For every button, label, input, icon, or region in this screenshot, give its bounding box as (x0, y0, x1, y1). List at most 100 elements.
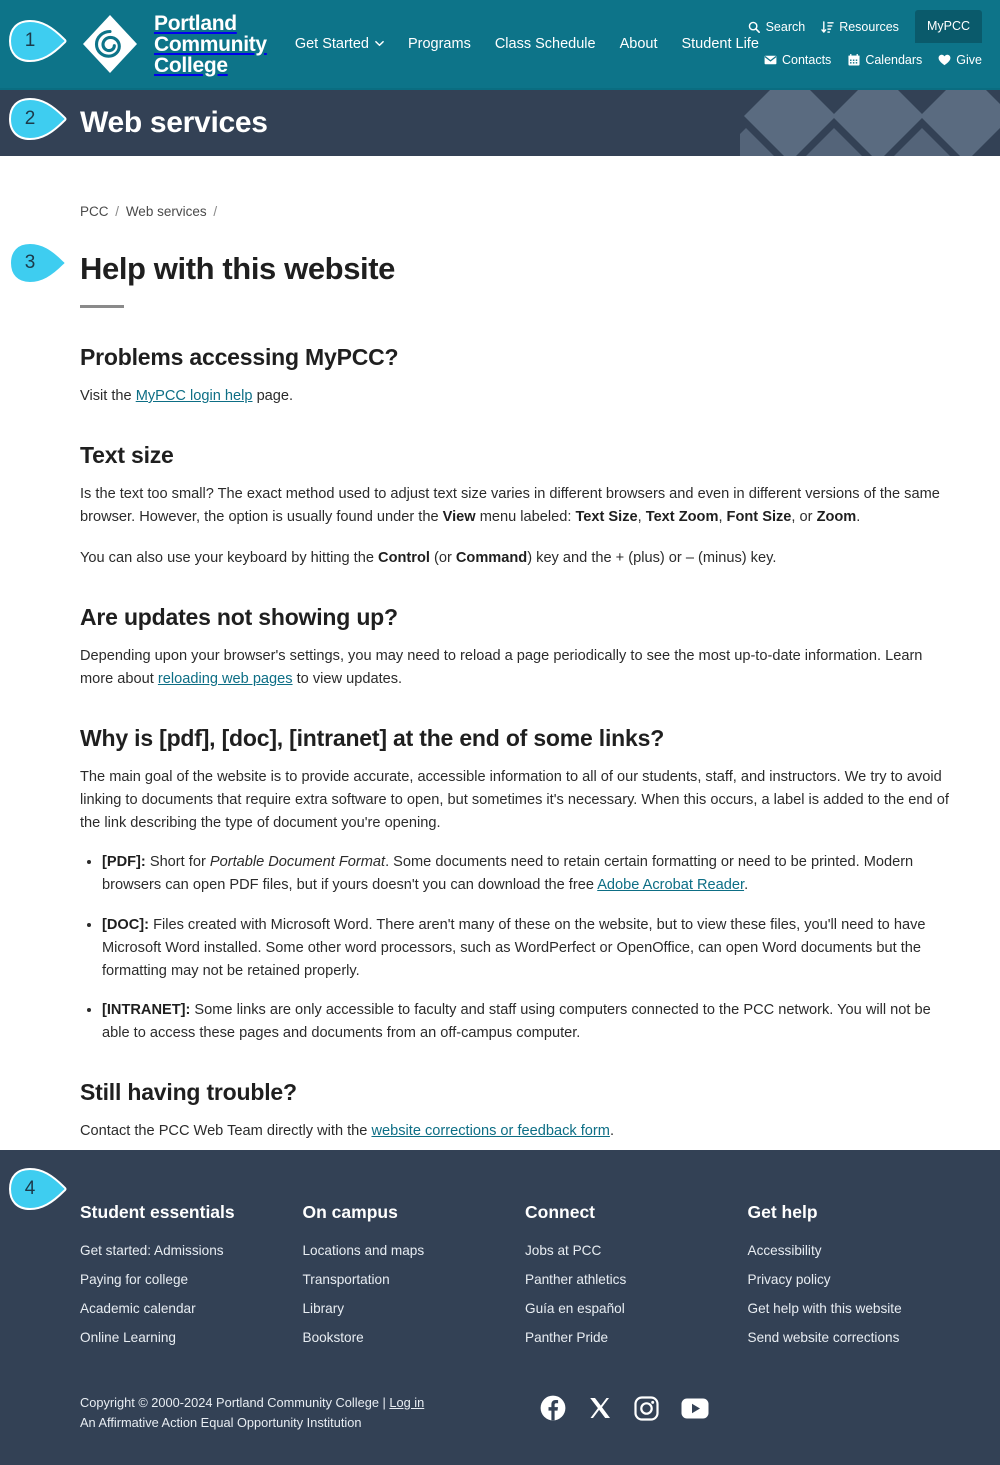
text-fragment: to view updates. (292, 671, 403, 688)
mypcc-login-help-link[interactable]: MyPCC login help (136, 388, 253, 404)
callout-number: 2 (24, 108, 36, 129)
breadcrumb-item-pcc[interactable]: PCC (80, 204, 109, 219)
footer-link-accessibility[interactable]: Accessibility (748, 1243, 971, 1258)
section-paragraph-link-labels: The main goal of the website is to provi… (80, 769, 949, 832)
utility-row-bottom: Contacts Calendars Give (712, 43, 982, 76)
footer-link-panther-athletics[interactable]: Panther athletics (525, 1272, 748, 1287)
breadcrumb-separator: / (115, 204, 120, 219)
section-heading-still-having-trouble: Still having trouble? (80, 1078, 297, 1105)
site-logo-link[interactable]: Portland Community College (80, 13, 267, 76)
footer-link-send-website-corrections[interactable]: Send website corrections (748, 1330, 971, 1345)
social-link-facebook[interactable] (540, 1395, 566, 1421)
utility-row-top: Search Resources MyPCC (712, 10, 982, 43)
section-heading-link-labels: Why is [pdf], [doc], [intranet] at the e… (80, 725, 665, 752)
instagram-icon (634, 1395, 659, 1421)
utility-link-label: Search (765, 19, 806, 34)
social-link-x-twitter[interactable] (588, 1396, 612, 1420)
breadcrumb: PCC / Web services / (80, 156, 970, 219)
utility-link-label: Calendars (865, 52, 923, 67)
sort-amount-icon (821, 20, 834, 33)
website-corrections-form-link[interactable]: website corrections or feedback form (371, 1123, 609, 1139)
text-fragment: ) key and the + (plus) or – (minus) key. (527, 550, 777, 567)
nav-item-programs[interactable]: Programs (408, 36, 471, 52)
page-title: Help with this website (80, 251, 396, 286)
footer-column-connect: Connect Jobs at PCC Panther athletics Gu… (525, 1202, 748, 1359)
footer-link-library[interactable]: Library (303, 1301, 526, 1316)
nav-item-label: Class Schedule (494, 36, 596, 52)
callout-pin-shape: 2 (8, 98, 68, 140)
nav-item-class-schedule[interactable]: Class Schedule (495, 36, 596, 52)
footer-link-paying-for-college[interactable]: Paying for college (80, 1272, 303, 1287)
utility-link-label: Resources (839, 19, 899, 34)
footer-link-online-learning[interactable]: Online Learning (80, 1330, 303, 1345)
breadcrumb-item-web-services[interactable]: Web services (126, 204, 207, 219)
text-fragment: Some links are only accessible to facult… (102, 1001, 931, 1041)
copyright-text: Copyright © 2000-2024 Portland Community… (80, 1395, 390, 1410)
footer-login-link[interactable]: Log in (389, 1395, 424, 1410)
section-paragraph-text-size-2: You can also use your keyboard by hittin… (80, 547, 952, 570)
nav-item-about[interactable]: About (620, 36, 658, 52)
page-banner-title: Web services (80, 106, 268, 139)
emphasis-text-size: Text Size (575, 509, 638, 526)
main-content: PCC / Web services / Help with this webs… (0, 156, 1000, 1150)
utility-link-contacts[interactable]: Contacts (764, 53, 831, 67)
text-fragment: Files created with Microsoft Word. There… (102, 916, 926, 979)
footer-link-guia-en-espanol[interactable]: Guía en español (525, 1301, 748, 1316)
section-heading-text-size: Text size (80, 442, 174, 469)
reloading-web-pages-link[interactable]: reloading web pages (158, 671, 293, 687)
footer-link-panther-pride[interactable]: Panther Pride (525, 1330, 748, 1345)
utility-navigation: Search Resources MyPCC Contacts Calendar… (712, 10, 982, 76)
social-link-instagram[interactable] (634, 1395, 659, 1421)
list-item: [PDF]: Short for Portable Document Forma… (102, 851, 952, 897)
section-paragraph-trouble: Contact the PCC Web Team directly with t… (80, 1120, 952, 1143)
text-fragment: , or (791, 509, 817, 526)
utility-link-label: Give (956, 52, 982, 67)
text-fragment: Contact the PCC Web Team directly with t… (80, 1122, 372, 1139)
text-fragment: Visit the (80, 388, 136, 404)
emphasis-text-zoom: Text Zoom (645, 509, 719, 526)
footer-link-privacy-policy[interactable]: Privacy policy (748, 1272, 971, 1287)
list-item: [INTRANET]: Some links are only accessib… (102, 999, 952, 1045)
footer-column-heading: Connect (525, 1202, 595, 1222)
nav-item-get-started[interactable]: Get Started (295, 36, 384, 52)
callout-marker-2: 2 (8, 98, 68, 140)
section-heading-mypcc: Problems accessing MyPCC? (80, 344, 399, 370)
utility-link-resources[interactable]: Resources (821, 20, 899, 34)
text-fragment: page. (252, 388, 294, 404)
footer-column-heading: Get help (747, 1202, 818, 1222)
list-item-label-doc: [DOC]: (102, 916, 150, 933)
utility-link-search[interactable]: Search (748, 19, 806, 34)
callout-pin-shape: 3 (8, 242, 68, 284)
logo-line-3: College (154, 53, 228, 77)
footer-link-locations-and-maps[interactable]: Locations and maps (303, 1243, 526, 1258)
search-icon (748, 20, 761, 33)
footer-link-jobs-at-pcc[interactable]: Jobs at PCC (525, 1243, 748, 1258)
text-fragment: You can also use your keyboard by hittin… (80, 550, 379, 567)
section-heading-updates: Are updates not showing up? (80, 604, 398, 631)
page-banner: Web services (0, 88, 1000, 156)
diamond-lattice-decoration-icon (718, 90, 1000, 156)
nav-item-label: Get Started (294, 36, 369, 52)
footer-link-bookstore[interactable]: Bookstore (303, 1330, 526, 1345)
adobe-acrobat-reader-link[interactable]: Adobe Acrobat Reader (597, 877, 744, 893)
list-item-label-intranet: [INTRANET]: (102, 1001, 191, 1018)
social-link-youtube[interactable] (681, 1398, 709, 1419)
emphasis-command: Command (455, 550, 528, 567)
footer-link-transportation[interactable]: Transportation (303, 1272, 526, 1287)
nav-item-label: About (619, 36, 658, 52)
footer-column-get-help: Get help Accessibility Privacy policy Ge… (748, 1202, 971, 1359)
utility-link-give[interactable]: Give (938, 53, 982, 67)
footer-link-get-help-with-this-website[interactable]: Get help with this website (748, 1301, 971, 1316)
text-fragment: . (744, 877, 749, 894)
site-footer: Student essentials Get started: Admissio… (0, 1150, 1000, 1465)
utility-link-mypcc[interactable]: MyPCC (914, 10, 982, 43)
pcc-diamond-spiral-logo-icon (80, 13, 140, 75)
footer-bottom-bar: Copyright © 2000-2024 Portland Community… (80, 1393, 970, 1433)
section-paragraph-mypcc: Visit the MyPCC login help page. (80, 385, 952, 408)
callout-number: 3 (24, 252, 36, 273)
footer-link-academic-calendar[interactable]: Academic calendar (80, 1301, 303, 1316)
facebook-icon (540, 1395, 566, 1421)
list-item: [DOC]: Files created with Microsoft Word… (102, 914, 952, 983)
utility-link-calendars[interactable]: Calendars (847, 53, 922, 67)
footer-link-get-started-admissions[interactable]: Get started: Admissions (80, 1243, 303, 1258)
